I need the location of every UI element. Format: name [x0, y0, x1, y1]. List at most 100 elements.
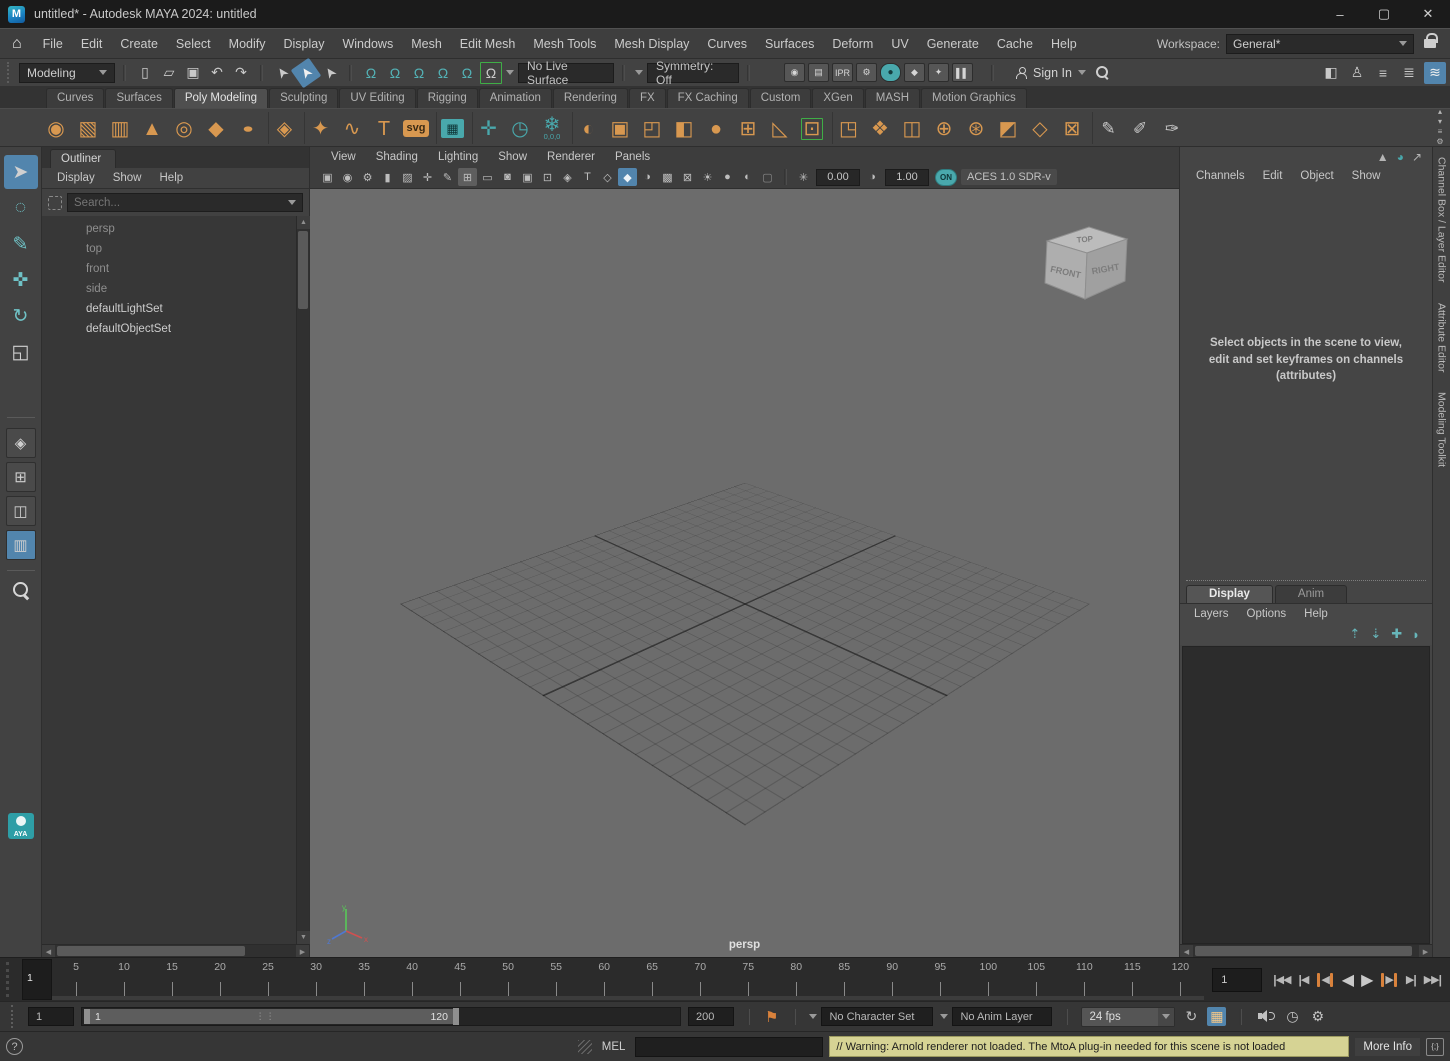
- multisample-icon[interactable]: ◐: [738, 168, 757, 186]
- range-grip[interactable]: ⋮⋮: [106, 1011, 426, 1022]
- viewport-menu-item[interactable]: Renderer: [538, 149, 604, 165]
- pan-zoom-icon[interactable]: ✛: [418, 168, 437, 186]
- drag-grip[interactable]: [11, 1005, 18, 1028]
- image-plane-icon[interactable]: ▨: [398, 168, 417, 186]
- occlusion-icon[interactable]: ☀: [698, 168, 717, 186]
- merge-vertices-icon[interactable]: ⊕: [928, 112, 960, 144]
- auto-key-icon[interactable]: ▦: [1207, 1007, 1226, 1026]
- motion-blur-icon[interactable]: ●: [718, 168, 737, 186]
- resolution-gate-icon[interactable]: ◙: [498, 168, 517, 186]
- layer-editor-tab[interactable]: Display: [1186, 585, 1273, 603]
- go-to-end-button[interactable]: ▶▶|: [1421, 971, 1444, 989]
- color-management-toggle[interactable]: ON: [935, 169, 957, 186]
- scroll-thumb[interactable]: [298, 231, 308, 309]
- gamma-icon[interactable]: ◑: [863, 168, 882, 186]
- poly-plane-icon[interactable]: ◆: [200, 112, 232, 144]
- menu-item[interactable]: Curves: [698, 33, 756, 55]
- step-forward-key-button[interactable]: ▶|: [1377, 971, 1400, 989]
- outliner-menu-item[interactable]: Help: [153, 170, 191, 186]
- circularize-icon[interactable]: ⊛: [960, 112, 992, 144]
- outliner-menu-item[interactable]: Show: [106, 170, 149, 186]
- play-backwards-button[interactable]: ◀: [1339, 968, 1356, 992]
- subdivide-icon[interactable]: ⊞: [732, 112, 764, 144]
- shelf-menu-icon[interactable]: ≡: [1438, 128, 1443, 137]
- render-current-frame-icon[interactable]: ▤: [808, 63, 829, 82]
- safe-title-icon[interactable]: T: [578, 168, 597, 186]
- outliner-menu-item[interactable]: Display: [50, 170, 102, 186]
- move-layer-up-icon[interactable]: ⇡: [1349, 626, 1360, 642]
- shelf-tab[interactable]: Animation: [479, 88, 552, 108]
- ipr-render-icon[interactable]: IPR: [832, 63, 853, 82]
- connect-icon[interactable]: ✑: [1156, 112, 1188, 144]
- step-back-key-button[interactable]: |◀: [1313, 971, 1336, 989]
- pause-viewport-icon[interactable]: ▌▌: [952, 63, 973, 82]
- graph-icon[interactable]: ↗: [1412, 150, 1422, 164]
- menu-set-select[interactable]: Modeling: [19, 63, 115, 83]
- menu-item[interactable]: Deform: [823, 33, 882, 55]
- search-input[interactable]: [74, 197, 288, 209]
- animation-preferences-icon[interactable]: ⚙: [1309, 1007, 1328, 1026]
- fps-select[interactable]: 24 fps: [1081, 1007, 1175, 1027]
- undo-icon[interactable]: ↶: [206, 62, 228, 84]
- outliner-persp-layout-button[interactable]: ▥: [6, 530, 36, 560]
- character-set-caret[interactable]: [809, 1014, 817, 1019]
- command-input[interactable]: [635, 1037, 823, 1057]
- conform-icon[interactable]: ⊠: [1056, 112, 1088, 144]
- layer-list-area[interactable]: [1182, 646, 1430, 944]
- time-slider[interactable]: 5101520253035404550556065707580859095100…: [52, 959, 1204, 1000]
- anim-layer-caret[interactable]: [940, 1014, 948, 1019]
- channel-box-menu-item[interactable]: Edit: [1255, 168, 1291, 184]
- poly-type-icon[interactable]: T: [368, 112, 400, 144]
- two-pane-layout-button[interactable]: ◫: [6, 496, 36, 526]
- channel-box-menu-item[interactable]: Show: [1344, 168, 1389, 184]
- bridge-icon[interactable]: ◫: [896, 112, 928, 144]
- exposure-field[interactable]: 0.00: [816, 169, 860, 186]
- move-layer-down-icon[interactable]: ⇣: [1370, 626, 1381, 642]
- poly-cone-icon[interactable]: ▲: [136, 112, 168, 144]
- paint-select-tool[interactable]: ✎: [4, 227, 38, 261]
- help-icon[interactable]: ?: [6, 1038, 23, 1055]
- outliner-tab[interactable]: Outliner: [50, 149, 116, 168]
- current-frame-field[interactable]: 1: [1212, 968, 1262, 992]
- mel-label[interactable]: MEL: [598, 1039, 630, 1055]
- field-chart-icon[interactable]: ⊡: [538, 168, 557, 186]
- shelf-tab[interactable]: FX Caching: [667, 88, 749, 108]
- user-avatar[interactable]: AYA: [8, 813, 34, 839]
- layer-editor-menu-item[interactable]: Options: [1239, 606, 1295, 622]
- separate-icon[interactable]: ◰: [636, 112, 668, 144]
- poly-cylinder-icon[interactable]: ▥: [104, 112, 136, 144]
- view-cube[interactable]: TOP FRONT RIGHT: [1035, 217, 1135, 313]
- sign-in-button[interactable]: Sign In: [1012, 64, 1090, 82]
- layer-editor-tab[interactable]: Anim: [1275, 585, 1347, 603]
- menu-item[interactable]: Cache: [988, 33, 1042, 55]
- use-all-lights-icon[interactable]: ▩: [658, 168, 677, 186]
- project-curve-icon[interactable]: ◩: [992, 112, 1024, 144]
- shelf-tab[interactable]: MASH: [865, 88, 920, 108]
- boolean-icon[interactable]: ◐: [572, 112, 604, 144]
- go-to-start-button[interactable]: |◀◀: [1270, 971, 1293, 989]
- triangulate-icon[interactable]: ◺: [764, 112, 796, 144]
- exposure-icon[interactable]: ✳: [794, 168, 813, 186]
- poly-sphere-icon[interactable]: ◉: [40, 112, 72, 144]
- menu-item[interactable]: Help: [1042, 33, 1086, 55]
- playback-loop-icon[interactable]: ↻: [1182, 1007, 1200, 1026]
- range-end-handle[interactable]: [453, 1008, 459, 1025]
- speaker-icon[interactable]: [1255, 1008, 1276, 1026]
- isolate-select-icon[interactable]: ▢: [758, 168, 777, 186]
- shelf-tab[interactable]: XGen: [812, 88, 863, 108]
- bevel-icon[interactable]: ❖: [864, 112, 896, 144]
- list-item[interactable]: side: [42, 279, 296, 299]
- grid-toggle-icon[interactable]: ⊞: [458, 168, 477, 186]
- poly-helix-icon[interactable]: ∿: [336, 112, 368, 144]
- shelf-scroll-down-icon[interactable]: ▾: [1438, 118, 1442, 127]
- playback-speed-icon[interactable]: ◷: [1283, 1007, 1301, 1026]
- resize-grip[interactable]: [578, 1040, 592, 1054]
- menu-item[interactable]: UV: [882, 33, 917, 55]
- menu-item[interactable]: Select: [167, 33, 220, 55]
- range-slider-track[interactable]: 1 ⋮⋮ 120: [81, 1007, 681, 1026]
- menu-item[interactable]: Mesh Display: [605, 33, 698, 55]
- snap-together-icon[interactable]: Ω: [480, 62, 502, 84]
- menu-item[interactable]: Surfaces: [756, 33, 823, 55]
- list-item[interactable]: defaultObjectSet: [42, 319, 296, 339]
- light-editor-icon[interactable]: ✦: [928, 63, 949, 82]
